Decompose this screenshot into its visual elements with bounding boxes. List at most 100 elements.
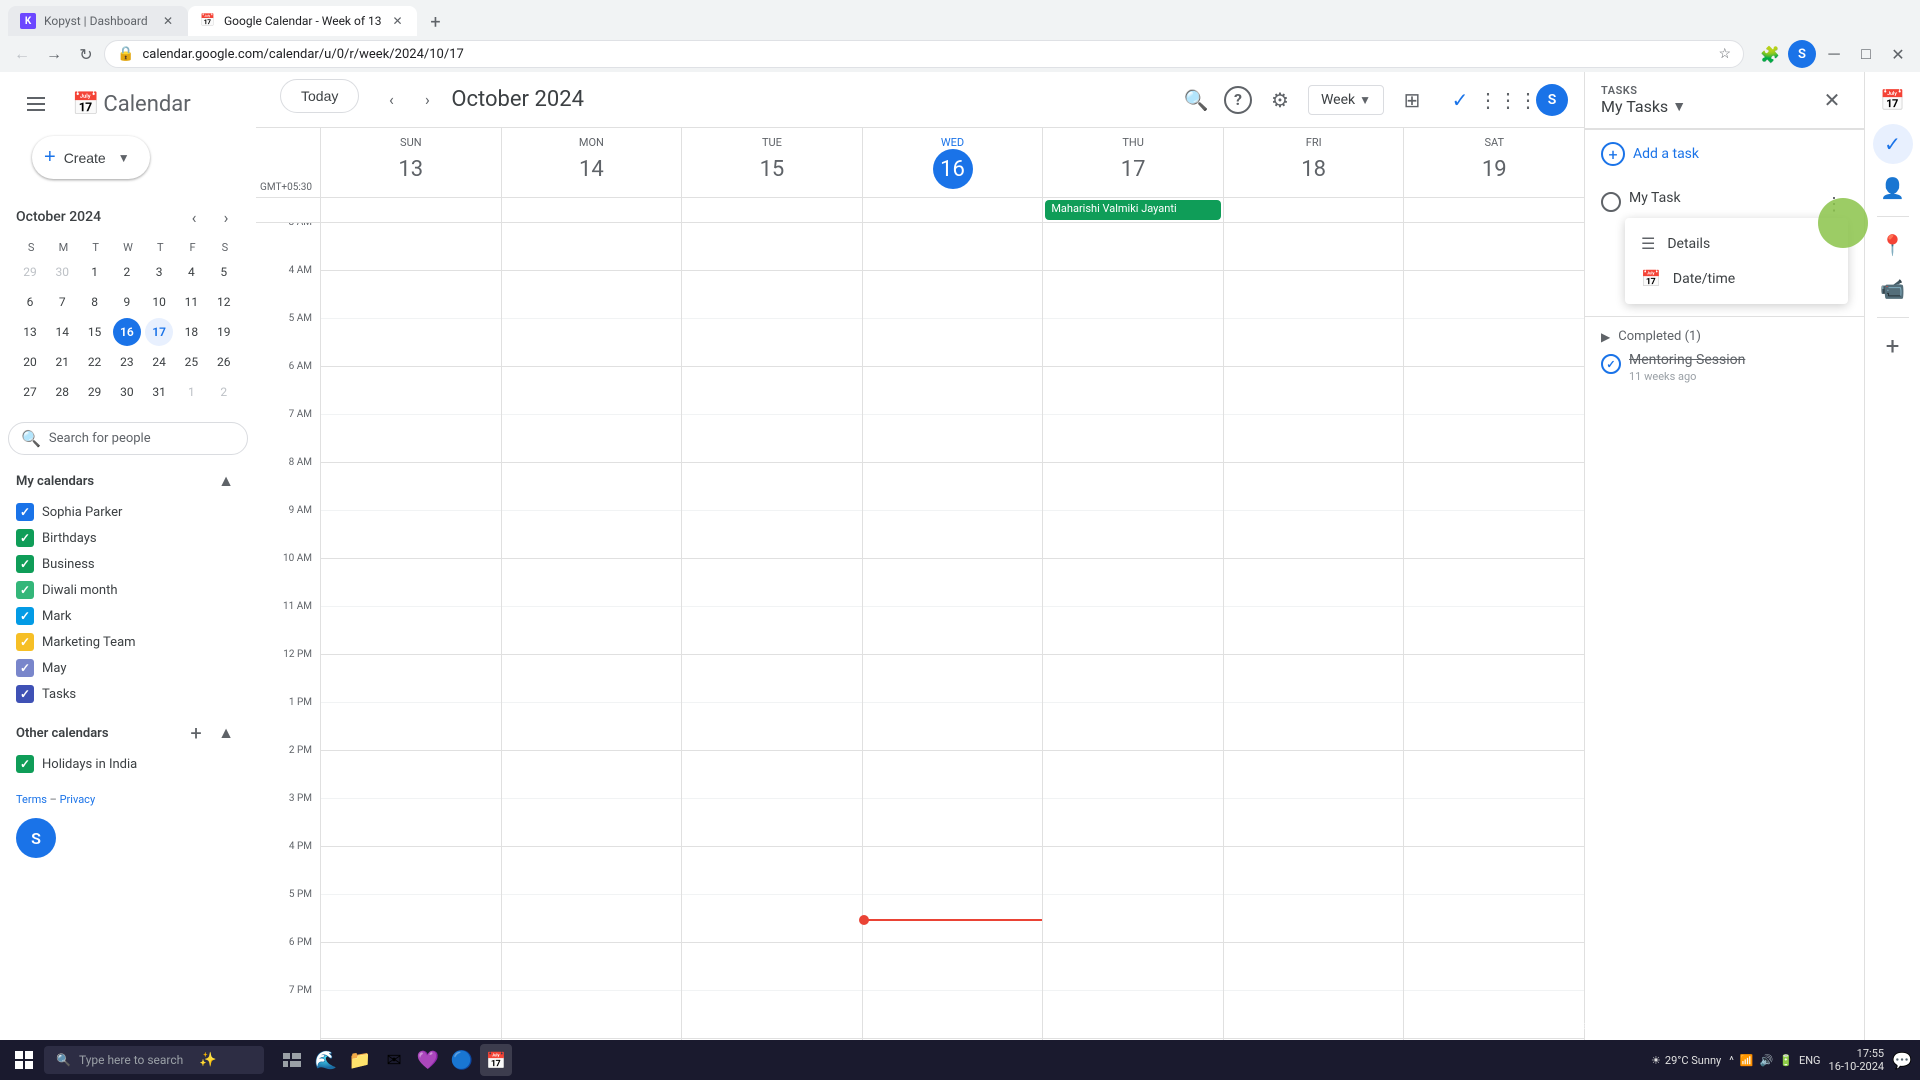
mini-cal-day-today[interactable]: 16 [113,318,141,346]
mini-cal-day[interactable]: 3 [145,258,173,286]
calendar-birthdays[interactable]: ✓ Birthdays [8,525,248,551]
cal-col-mon[interactable] [501,223,682,1080]
side-icon-meet[interactable]: 📹 [1873,269,1913,309]
taskbar-weather[interactable]: ☀ 29°C Sunny [1651,1054,1721,1067]
mini-cal-day[interactable]: 5 [210,258,238,286]
address-bar[interactable]: 🔒 calendar.google.com/calendar/u/0/r/wee… [104,40,1744,68]
settings-button[interactable]: ⚙ [1260,80,1300,120]
mini-cal-day[interactable]: 22 [81,348,109,376]
help-button[interactable]: ? [1224,86,1252,114]
mini-cal-next[interactable]: › [212,203,240,231]
mini-cal-day[interactable]: 1 [81,258,109,286]
cal-col-wed[interactable] [862,223,1043,1080]
tasks-list-name[interactable]: My Tasks ▼ [1601,97,1686,116]
chrome-button[interactable]: 🔵 [446,1044,478,1076]
notifications-button[interactable]: 💬 [1892,1051,1912,1070]
mini-cal-day-selected[interactable]: 17 [145,318,173,346]
cal-thu-num[interactable]: 17 [1113,149,1153,189]
search-button[interactable]: 🔍 [1176,80,1216,120]
view-selector[interactable]: Week ▼ [1308,85,1384,115]
mini-cal-day[interactable]: 15 [81,318,109,346]
minimize-button[interactable]: ─ [1820,40,1848,68]
calendar-may[interactable]: ✓ May [8,655,248,681]
gcal-taskbar[interactable]: 📅 [480,1044,512,1076]
create-button[interactable]: + Create ▼ [32,136,150,179]
mini-cal-day[interactable]: 11 [177,288,205,316]
calendar-mark[interactable]: ✓ Mark [8,603,248,629]
next-week-button[interactable]: › [411,84,443,116]
chevron-up-icon[interactable]: ^ [1729,1054,1734,1067]
mini-cal-day[interactable]: 31 [145,378,173,406]
profile-button[interactable]: S [1788,40,1816,68]
taskview-button[interactable] [276,1044,308,1076]
privacy-link[interactable]: Privacy [60,793,96,806]
tab-gcal[interactable]: 📅 Google Calendar - Week of 13 ✕ [188,6,417,36]
mini-cal-day[interactable]: 4 [177,258,205,286]
add-task-button[interactable]: + Add a task [1585,129,1864,178]
task-menu-datetime[interactable]: 📅 Date/time [1625,261,1848,296]
side-icon-maps[interactable]: 📍 [1873,225,1913,265]
tasks-panel-button[interactable]: ✓ [1440,80,1480,120]
mini-cal-day[interactable]: 30 [48,258,76,286]
grid-view-button[interactable]: ⊞ [1392,80,1432,120]
calendar-diwali[interactable]: ✓ Diwali month [8,577,248,603]
mini-cal-day[interactable]: 9 [113,288,141,316]
side-icon-contacts[interactable]: 👤 [1873,168,1913,208]
teams-button[interactable]: 💜 [412,1044,444,1076]
network-icon[interactable]: 📶 [1740,1054,1754,1067]
hamburger-menu[interactable] [16,84,56,124]
close-button[interactable]: ✕ [1884,40,1912,68]
battery-icon[interactable]: 🔋 [1779,1054,1793,1067]
tab-close-kopyst[interactable]: ✕ [160,13,176,29]
holiday-event[interactable]: Maharishi Valmiki Jayanti [1045,200,1221,220]
mail-button[interactable]: ✉ [378,1044,410,1076]
cal-col-tue[interactable] [681,223,862,1080]
cal-col-thu[interactable] [1042,223,1223,1080]
side-icon-tasks[interactable]: ✓ [1873,124,1913,164]
cal-col-sat[interactable] [1403,223,1584,1080]
side-icon-calendar[interactable]: 📅 [1873,80,1913,120]
apps-button[interactable]: ⋮⋮⋮ [1488,80,1528,120]
mini-cal-day[interactable]: 20 [16,348,44,376]
side-icon-add[interactable]: + [1873,326,1913,366]
mini-cal-day[interactable]: 13 [16,318,44,346]
forward-button[interactable]: → [40,40,68,68]
calendar-business[interactable]: ✓ Business [8,551,248,577]
mini-cal-day[interactable]: 29 [16,258,44,286]
maximize-button[interactable]: □ [1852,40,1880,68]
completed-header[interactable]: ▶ Completed (1) [1601,329,1848,344]
explorer-button[interactable]: 📁 [344,1044,376,1076]
mini-cal-day[interactable]: 26 [210,348,238,376]
mini-cal-day[interactable]: 1 [177,378,205,406]
prev-week-button[interactable]: ‹ [375,84,407,116]
today-button[interactable]: Today [280,79,359,113]
mini-cal-day[interactable]: 18 [177,318,205,346]
mini-cal-day[interactable]: 8 [81,288,109,316]
mini-cal-day[interactable]: 19 [210,318,238,346]
cal-tue-num[interactable]: 15 [752,149,792,189]
cal-wed-num[interactable]: 16 [933,149,973,189]
tasks-close-button[interactable]: ✕ [1816,84,1848,116]
mini-cal-day[interactable]: 14 [48,318,76,346]
star-icon[interactable]: ☆ [1718,46,1731,62]
extensions-button[interactable]: 🧩 [1756,40,1784,68]
mini-cal-day[interactable]: 30 [113,378,141,406]
topbar-profile-avatar[interactable]: S [1536,84,1568,116]
calendar-tasks[interactable]: ✓ Tasks [8,681,248,707]
calendar-marketing[interactable]: ✓ Marketing Team [8,629,248,655]
cal-sat-num[interactable]: 19 [1474,149,1514,189]
cal-sun-num[interactable]: 13 [391,149,431,189]
calendar-holidays[interactable]: ✓ Holidays in India [8,751,248,777]
task-complete-button[interactable] [1601,192,1621,212]
mini-cal-day[interactable]: 2 [113,258,141,286]
mini-cal-day[interactable]: 28 [48,378,76,406]
task-menu-details[interactable]: ☰ Details [1625,226,1848,261]
volume-icon[interactable]: 🔊 [1760,1054,1774,1067]
profile-avatar[interactable]: S [1788,40,1816,68]
tab-kopyst[interactable]: K Kopyst | Dashboard ✕ [8,6,188,36]
mini-cal-day[interactable]: 23 [113,348,141,376]
mini-cal-day[interactable]: 29 [81,378,109,406]
mini-cal-day[interactable]: 7 [48,288,76,316]
mini-cal-prev[interactable]: ‹ [180,203,208,231]
calendar-sophia[interactable]: ✓ Sophia Parker [8,499,248,525]
